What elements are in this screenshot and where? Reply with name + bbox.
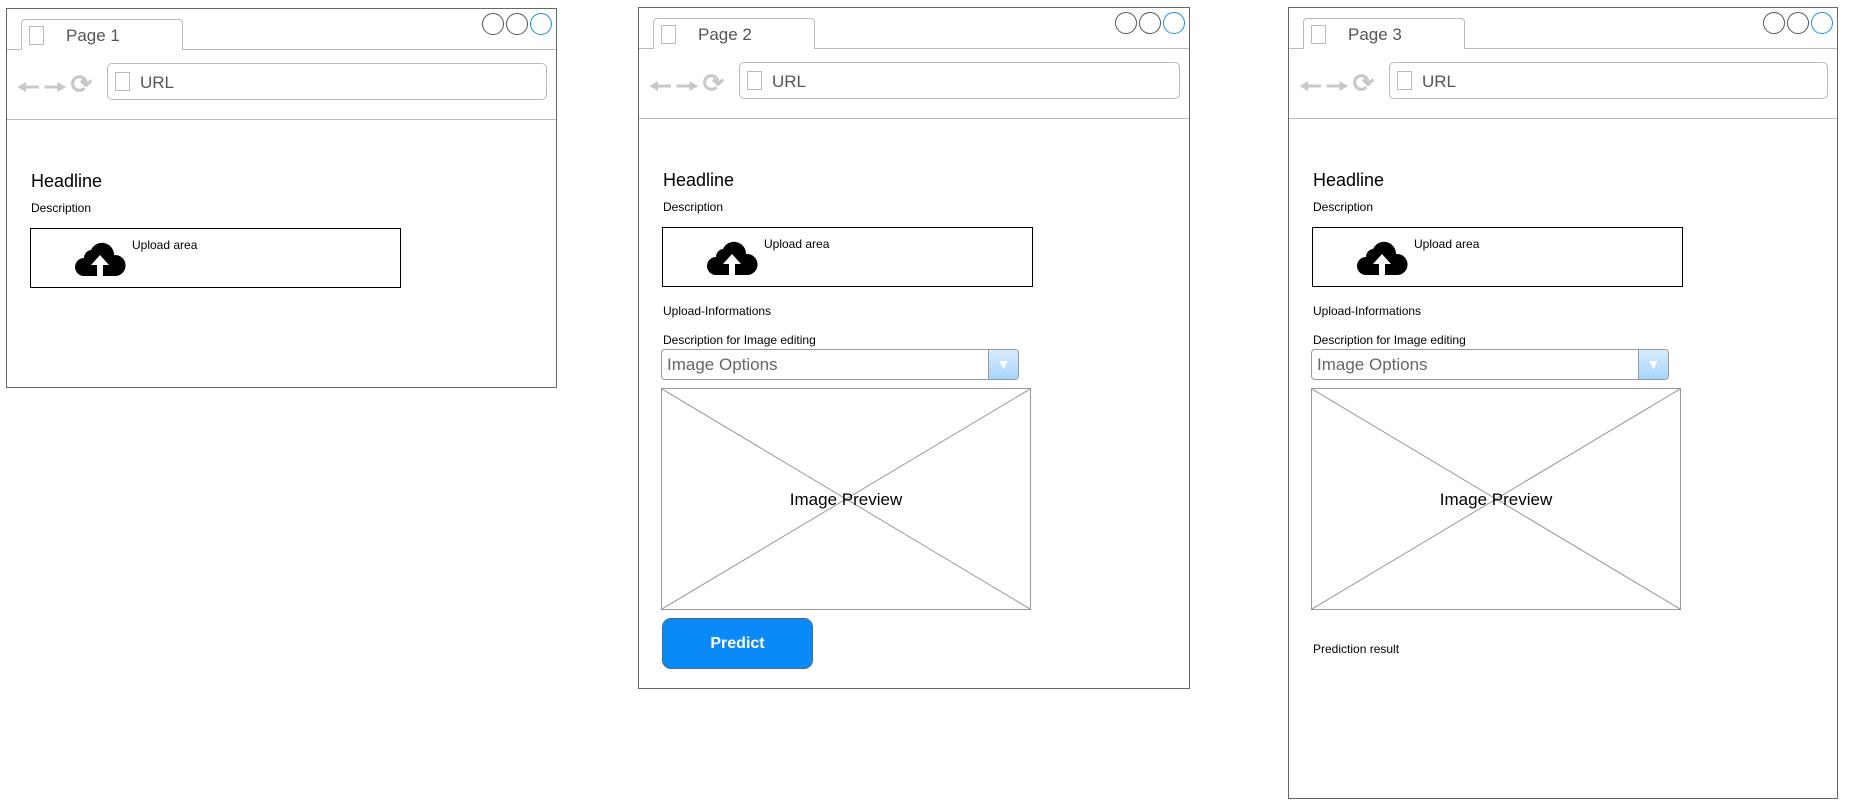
image-preview: Image Preview (661, 388, 1031, 610)
upload-area[interactable]: Upload area (30, 228, 401, 288)
maximize-button[interactable] (1139, 12, 1161, 34)
back-arrow-icon[interactable]: 🠔 (1299, 68, 1322, 112)
forward-arrow-icon[interactable]: 🠖 (1326, 68, 1349, 112)
forward-arrow-icon[interactable]: 🠖 (44, 69, 67, 113)
image-editing-description: Description for Image editing (663, 333, 816, 347)
window-controls (1763, 12, 1833, 34)
cloud-upload-icon (75, 242, 126, 276)
description: Description (663, 200, 724, 214)
image-preview-label: Image Preview (789, 490, 903, 509)
image-preview-label: Image Preview (1439, 490, 1553, 509)
image-editing-description: Description for Image editing (1313, 333, 1466, 347)
headline: Headline (663, 170, 735, 190)
window-controls (482, 13, 552, 35)
description: Description (31, 201, 92, 215)
upload-label: Upload area (132, 238, 198, 252)
select-value: Image Options (1317, 355, 1428, 374)
page-icon (661, 25, 676, 44)
reload-icon[interactable]: ⟳ (1353, 68, 1375, 112)
chevron-down-icon[interactable]: ▼ (988, 350, 1018, 379)
image-options-select[interactable]: Image Options ▼ (661, 349, 1019, 380)
image-preview: Image Preview (1311, 388, 1681, 610)
close-button[interactable] (1163, 12, 1185, 34)
image-options-select[interactable]: Image Options ▼ (1311, 349, 1669, 380)
browser-tab[interactable]: Page 2 (653, 18, 815, 49)
page-icon (115, 72, 130, 91)
chevron-down-icon[interactable]: ▼ (1638, 350, 1668, 379)
window-controls (1115, 12, 1185, 34)
minimize-button[interactable] (1115, 12, 1137, 34)
url-text: URL (140, 73, 175, 92)
tab-label: Page 3 (1348, 25, 1402, 44)
back-arrow-icon[interactable]: 🠔 (649, 68, 672, 112)
page-icon (747, 71, 762, 90)
divider (639, 118, 1189, 119)
minimize-button[interactable] (1763, 12, 1785, 34)
divider (1289, 118, 1837, 119)
url-text: URL (772, 72, 807, 91)
minimize-button[interactable] (482, 13, 504, 35)
tab-label: Page 2 (698, 25, 752, 44)
cloud-upload-icon (707, 241, 758, 275)
upload-information: Upload-Informations (1313, 304, 1422, 318)
upload-information: Upload-Informations (663, 304, 772, 318)
url-input[interactable]: URL (1389, 62, 1828, 99)
headline: Headline (1313, 170, 1385, 190)
browser-tab[interactable]: Page 1 (21, 19, 183, 50)
browser-window-2: Page 2 🠔 🠖 ⟳ URL Headline Description Uplo… (638, 7, 1190, 689)
page-icon (1311, 25, 1326, 44)
close-button[interactable] (1811, 12, 1833, 34)
upload-label: Upload area (764, 237, 830, 251)
maximize-button[interactable] (1787, 12, 1809, 34)
url-text: URL (1422, 72, 1457, 91)
page-icon (29, 26, 44, 45)
tab-label: Page 1 (66, 26, 120, 45)
cloud-upload-icon (1357, 241, 1408, 275)
close-button[interactable] (530, 13, 552, 35)
divider (7, 119, 556, 120)
headline: Headline (31, 171, 103, 191)
url-input[interactable]: URL (739, 62, 1180, 99)
upload-area[interactable]: Upload area (1312, 227, 1683, 287)
reload-icon[interactable]: ⟳ (71, 69, 93, 113)
reload-icon[interactable]: ⟳ (703, 68, 725, 112)
forward-arrow-icon[interactable]: 🠖 (676, 68, 699, 112)
maximize-button[interactable] (506, 13, 528, 35)
url-input[interactable]: URL (107, 63, 547, 100)
prediction-result: Prediction result (1313, 642, 1400, 656)
upload-label: Upload area (1414, 237, 1480, 251)
back-arrow-icon[interactable]: 🠔 (17, 69, 40, 113)
upload-area[interactable]: Upload area (662, 227, 1033, 287)
page-icon (1397, 71, 1412, 90)
description: Description (1313, 200, 1374, 214)
browser-tab[interactable]: Page 3 (1303, 18, 1465, 49)
browser-window-3: Page 3 🠔 🠖 ⟳ URL Headline Description Uplo… (1288, 7, 1838, 799)
predict-button[interactable]: Predict (662, 618, 813, 669)
select-value: Image Options (667, 355, 778, 374)
browser-window-1: Page 1 🠔 🠖 ⟳ URL Headline Description Uplo… (6, 8, 557, 388)
